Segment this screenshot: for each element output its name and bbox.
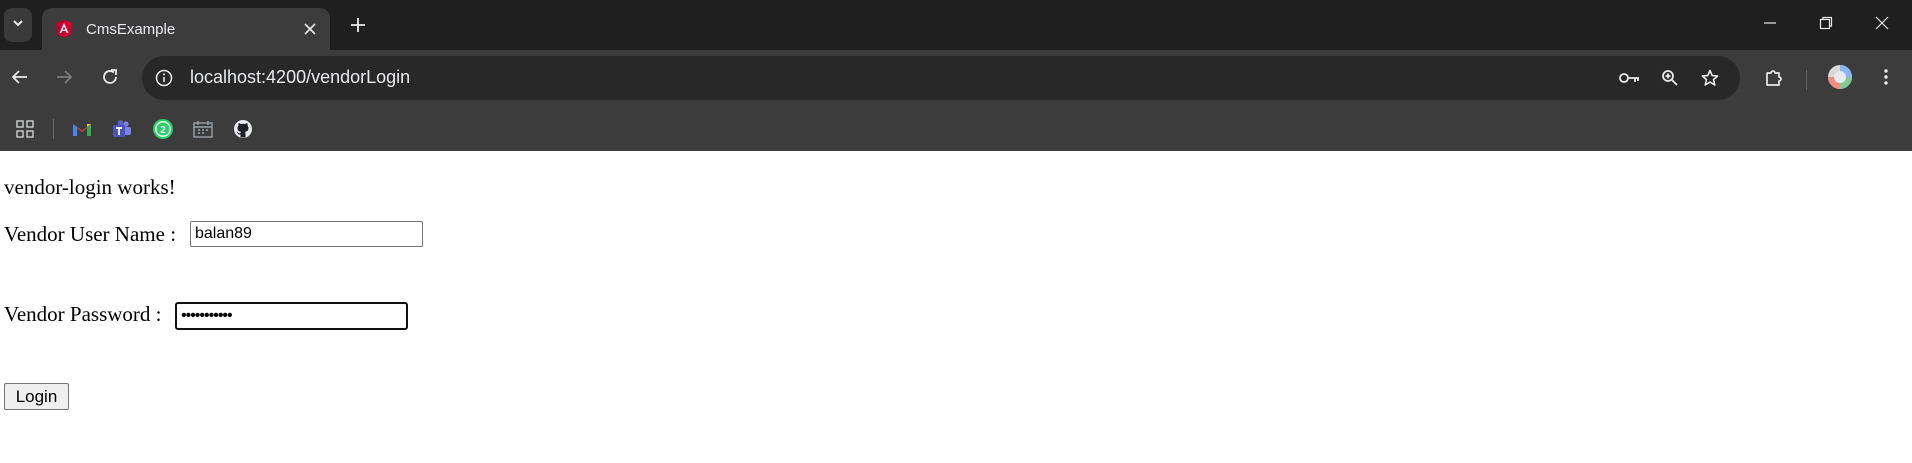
back-button[interactable] [4,63,36,95]
close-icon [1875,16,1889,35]
restore-button[interactable] [1798,0,1854,50]
profile-button[interactable] [1824,63,1856,95]
teams-icon[interactable] [111,118,133,140]
apps-icon[interactable] [14,118,36,140]
password-label: Vendor Password : [4,302,162,326]
github-icon[interactable] [232,118,254,140]
forward-button[interactable] [48,63,80,95]
login-button[interactable]: Login [4,383,69,410]
tab-strip: CmsExample [0,0,1912,50]
avatar [1827,64,1853,95]
reload-button[interactable] [94,63,126,95]
info-icon[interactable] [152,66,176,90]
gmail-icon[interactable] [71,118,93,140]
zoom-icon[interactable] [1658,66,1682,90]
puzzle-icon [1764,67,1784,92]
bookmarks-divider [53,119,54,139]
key-icon[interactable] [1618,66,1642,90]
tab-title: CmsExample [86,20,176,38]
reload-icon [101,68,119,91]
browser-menu-button[interactable] [1870,63,1902,95]
page-heading: vendor-login works! [4,175,176,199]
browser-window: CmsExample localhost:4200/vendorLogin 2 … [0,0,1912,463]
close-icon[interactable] [298,17,322,41]
star-icon[interactable] [1698,66,1722,90]
restore-icon [1819,16,1833,35]
whatsapp-icon[interactable]: 2 [152,118,174,140]
toolbar-divider [1806,70,1807,90]
forward-arrow-icon [55,68,73,91]
username-label: Vendor User Name : [4,222,177,246]
minimize-icon [1763,16,1777,35]
bookmarks-bar: 2 [0,108,1912,151]
plus-icon [350,17,366,38]
calendar-icon[interactable] [192,118,214,140]
kebab-menu-icon [1883,68,1889,91]
angular-icon [54,19,74,39]
new-tab-button[interactable] [344,13,372,41]
username-input[interactable]: balan89 [190,221,423,247]
page-content: vendor-login works! Vendor User Name : b… [0,151,1912,463]
tab-search-button[interactable] [4,8,32,42]
minimize-button[interactable] [1742,0,1798,50]
whatsapp-badge: 2 [160,125,166,136]
extensions-button[interactable] [1758,63,1790,95]
url-text[interactable]: localhost:4200/vendorLogin [190,67,410,88]
chevron-down-icon [11,16,25,35]
password-input[interactable]: ••••••••••• [175,302,408,330]
back-arrow-icon [11,68,29,91]
tab-cmsexample[interactable]: CmsExample [42,8,330,50]
address-bar[interactable]: localhost:4200/vendorLogin [142,56,1740,100]
close-window-button[interactable] [1854,0,1910,50]
toolbar: localhost:4200/vendorLogin [0,50,1912,108]
